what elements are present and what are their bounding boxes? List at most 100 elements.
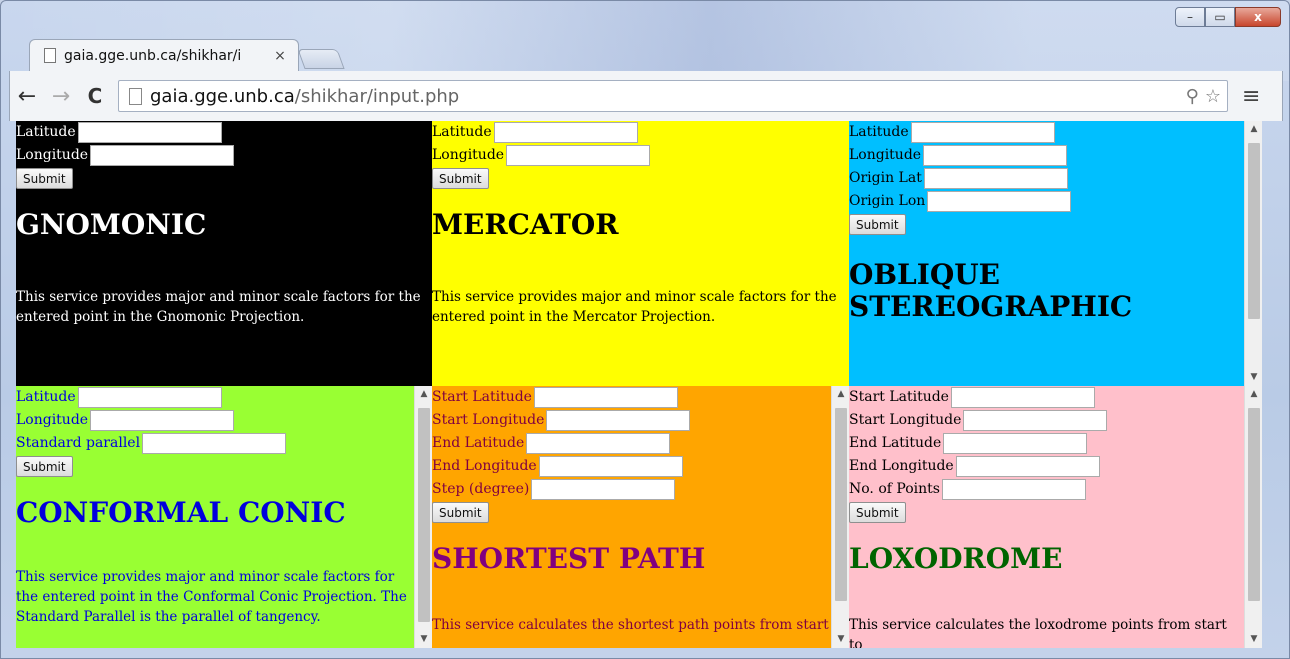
address-bar[interactable]: gaia.gge.unb.ca/shikhar/input.php ⚲ ☆ [118,80,1228,112]
end-longitude-label: End Longitude [849,458,954,474]
loxodrome-panel: Start Latitude Start Longitude End Latit… [849,386,1262,648]
panel-description: This service provides major and minor sc… [432,288,837,325]
scroll-thumb[interactable] [1248,143,1260,319]
reload-icon[interactable]: C [78,84,112,108]
maximize-button[interactable]: ▭ [1205,7,1235,27]
scrollbar[interactable]: ▲ ▼ [1244,386,1262,648]
page-icon [44,48,56,63]
tab-title: gaia.gge.unb.ca/shikhar/i [64,47,242,64]
end-latitude-input[interactable] [526,433,671,454]
back-icon[interactable]: ← [10,84,44,109]
end-longitude-label: End Longitude [432,458,537,474]
end-latitude-label: End Latitude [432,435,525,451]
panel-description: This service calculates the loxodrome po… [849,616,1227,649]
scroll-thumb[interactable] [835,408,847,601]
latitude-input[interactable] [77,122,222,143]
page-icon [129,87,142,105]
scroll-down-icon[interactable]: ▼ [832,631,849,648]
submit-button[interactable]: Submit [432,502,489,523]
submit-button[interactable]: Submit [849,502,906,523]
page-content: Latitude Longitude Submit GNOMONIC This … [16,121,1262,648]
start-latitude-label: Start Latitude [432,389,532,405]
panel-title: GNOMONIC [16,207,207,241]
origin-lon-input[interactable] [927,191,1072,212]
panel-title: LOXODROME [849,541,1063,575]
start-longitude-label: Start Longitude [849,412,962,428]
start-latitude-input[interactable] [533,387,678,408]
oblique-stereographic-panel: Latitude Longitude Origin Lat Origin Lon… [849,121,1262,386]
latitude-label: Latitude [16,124,76,140]
standard-parallel-label: Standard parallel [16,435,141,451]
scroll-up-icon[interactable]: ▲ [415,386,432,403]
no-of-points-input[interactable] [941,479,1086,500]
end-latitude-label: End Latitude [849,435,942,451]
panel-description: This service calculates the shortest pat… [432,616,829,633]
panel-description: This service provides major and minor sc… [16,288,421,325]
close-window-button[interactable]: x [1235,7,1281,27]
tab-close-icon[interactable]: × [270,48,290,64]
standard-parallel-input[interactable] [142,433,287,454]
submit-button[interactable]: Submit [849,214,906,235]
scrollbar[interactable]: ▲ ▼ [831,386,849,648]
origin-lat-input[interactable] [923,168,1068,189]
scrollbar[interactable]: ▲ ▼ [1244,121,1262,386]
submit-button[interactable]: Submit [16,456,73,477]
longitude-input[interactable] [923,145,1068,166]
end-longitude-input[interactable] [955,456,1100,477]
no-of-points-label: No. of Points [849,481,940,497]
shortest-path-panel: Start Latitude Start Longitude End Latit… [432,386,849,648]
start-longitude-input[interactable] [963,410,1108,431]
zoom-icon[interactable]: ⚲ [1186,86,1199,107]
panel-title-line-1: OBLIQUE [849,257,1000,291]
bookmark-star-icon[interactable]: ☆ [1205,86,1221,107]
panel-title: CONFORMAL CONIC [16,495,346,529]
scroll-up-icon[interactable]: ▲ [1245,121,1262,138]
step-input[interactable] [531,479,676,500]
latitude-input[interactable] [493,122,638,143]
scroll-up-icon[interactable]: ▲ [1245,386,1262,403]
origin-lon-label: Origin Lon [849,193,926,209]
origin-lat-label: Origin Lat [849,170,922,186]
panel-description: This service provides major and minor sc… [16,568,407,625]
panel-title: OBLIQUE STEREOGRAPHIC [849,257,1262,323]
gnomonic-panel: Latitude Longitude Submit GNOMONIC This … [16,121,432,386]
panel-title-line-2: STEREOGRAPHIC [849,289,1133,323]
submit-button[interactable]: Submit [16,168,73,189]
latitude-label: Latitude [849,124,909,140]
forward-icon[interactable]: → [44,84,78,109]
longitude-input[interactable] [90,145,235,166]
latitude-input[interactable] [77,387,222,408]
browser-toolbar: ← → C gaia.gge.unb.ca/shikhar/input.php … [9,71,1283,121]
longitude-input[interactable] [90,410,235,431]
longitude-label: Longitude [432,147,505,163]
latitude-label: Latitude [432,124,492,140]
scroll-thumb[interactable] [1248,408,1260,601]
panel-title: MERCATOR [432,207,619,241]
end-longitude-input[interactable] [538,456,683,477]
longitude-label: Longitude [16,412,89,428]
longitude-label: Longitude [16,147,89,163]
start-latitude-label: Start Latitude [849,389,949,405]
browser-tab[interactable]: gaia.gge.unb.ca/shikhar/i × [29,39,299,71]
scrollbar[interactable]: ▲ ▼ [414,386,432,648]
latitude-input[interactable] [910,122,1055,143]
start-latitude-input[interactable] [950,387,1095,408]
scroll-down-icon[interactable]: ▼ [415,631,432,648]
start-longitude-input[interactable] [546,410,691,431]
latitude-label: Latitude [16,389,76,405]
end-latitude-input[interactable] [943,433,1088,454]
scroll-thumb[interactable] [418,408,430,622]
mercator-panel: Latitude Longitude Submit MERCATOR This … [432,121,849,386]
menu-icon[interactable]: ≡ [1242,84,1260,109]
panel-title: SHORTEST PATH [432,541,706,575]
longitude-input[interactable] [506,145,651,166]
submit-button[interactable]: Submit [432,168,489,189]
scroll-down-icon[interactable]: ▼ [1245,631,1262,648]
new-tab-button[interactable] [297,49,345,69]
scroll-up-icon[interactable]: ▲ [832,386,849,403]
minimize-button[interactable]: – [1175,7,1205,27]
scroll-down-icon[interactable]: ▼ [1245,369,1262,386]
url-host: gaia.gge.unb.ca [150,85,295,107]
step-label: Step (degree) [432,481,530,497]
window-controls: – ▭ x [1175,7,1281,27]
